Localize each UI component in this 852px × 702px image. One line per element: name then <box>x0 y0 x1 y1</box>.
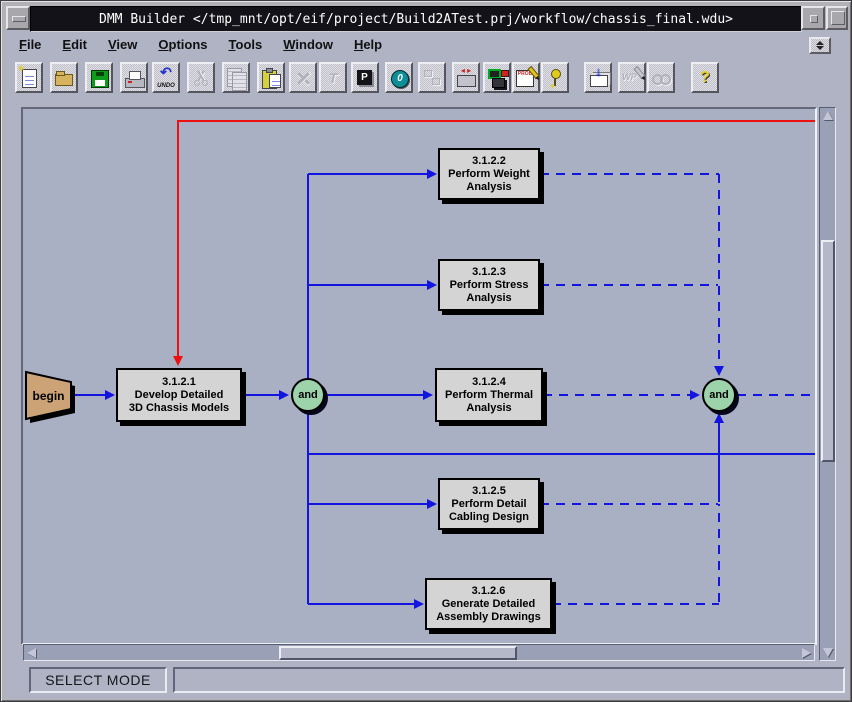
link-tool-button[interactable] <box>647 62 675 93</box>
vertical-scrollbar[interactable] <box>819 107 836 661</box>
scroll-right-icon[interactable] <box>802 648 811 658</box>
print-icon <box>122 66 146 90</box>
help-icon: ? <box>693 66 717 90</box>
link-tool-icon <box>649 66 673 90</box>
spinner-down-icon <box>816 46 824 50</box>
menu-view[interactable]: View <box>108 37 137 52</box>
process-tool-icon: P <box>353 66 377 90</box>
window-menu-dash-icon <box>12 16 26 22</box>
mode-status-text: SELECT MODE <box>45 672 151 688</box>
title-bar[interactable]: DMM Builder </tmp_mnt/opt/eif/project/Bu… <box>30 6 802 32</box>
task-3124[interactable]: 3.1.2.4 Perform Thermal Analysis <box>435 368 543 422</box>
undo-button[interactable]: ↶UNDO <box>152 62 180 93</box>
message-status-panel <box>173 667 845 693</box>
and-gateway-left[interactable]: and <box>291 378 325 412</box>
menu-window[interactable]: Window <box>283 37 333 52</box>
delete-icon <box>291 66 315 90</box>
text-tool-button[interactable]: T <box>319 62 347 93</box>
menu-file[interactable]: File <box>19 37 41 52</box>
menu-edit[interactable]: Edit <box>62 37 87 52</box>
copy-button[interactable] <box>222 62 250 93</box>
zero-tool-button[interactable]: 0 <box>385 62 413 93</box>
mode-status-panel: SELECT MODE <box>29 667 167 693</box>
scroll-down-icon[interactable] <box>823 648 833 657</box>
horizontal-scrollbar[interactable] <box>23 644 815 661</box>
scroll-left-icon[interactable] <box>27 648 36 658</box>
minimize-icon <box>810 15 818 23</box>
spinner-up-icon <box>816 41 824 45</box>
maximize-icon <box>831 11 845 25</box>
import-icon: ↓ <box>586 66 610 90</box>
canvas-frame: begin 3.1.2.1 Develop Detailed 3D Chassi… <box>21 107 817 645</box>
toolbox-icon: ◂ ▸ <box>454 66 478 90</box>
process-tool-button[interactable]: P <box>351 62 379 93</box>
menu-spinner[interactable] <box>809 37 831 54</box>
undo-icon: ↶UNDO <box>154 66 178 90</box>
dmm-builder-window: DMM Builder </tmp_mnt/opt/eif/project/Bu… <box>0 0 852 702</box>
import-button[interactable]: ↓ <box>584 62 612 93</box>
branch-tool-button[interactable] <box>418 62 446 93</box>
toolbox-button[interactable]: ◂ ▸ <box>452 62 480 93</box>
task-3126[interactable]: 3.1.2.6 Generate Detailed Assembly Drawi… <box>425 578 552 630</box>
start-node[interactable]: begin <box>26 372 71 419</box>
branch-tool-icon <box>420 66 444 90</box>
toolbar: ✶ ↶UNDO T P 0 <box>5 58 849 99</box>
cut-icon <box>189 66 213 90</box>
open-folder-icon <box>52 66 76 90</box>
problem-editor-icon: PROB <box>514 66 538 90</box>
print-button[interactable] <box>120 62 148 93</box>
menu-bar: File Edit View Options Tools Window Help <box>5 30 849 58</box>
help-button[interactable]: ? <box>691 62 719 93</box>
cut-button[interactable] <box>187 62 215 93</box>
horizontal-scrollbar-thumb[interactable] <box>279 646 517 660</box>
window-menu-button[interactable] <box>6 6 30 30</box>
minimize-button[interactable] <box>801 6 825 30</box>
save-button[interactable] <box>85 62 113 93</box>
menu-tools[interactable]: Tools <box>229 37 263 52</box>
problem-editor-button[interactable]: PROB <box>512 62 540 93</box>
vertical-scrollbar-thumb[interactable] <box>821 240 835 462</box>
scroll-up-icon[interactable] <box>823 111 833 120</box>
and-gateway-right[interactable]: and <box>702 378 736 412</box>
annotate-tool-icon: WP <box>620 66 644 90</box>
task-3121[interactable]: 3.1.2.1 Develop Detailed 3D Chassis Mode… <box>116 368 242 422</box>
windows-button[interactable] <box>483 62 511 93</box>
text-tool-icon: T <box>321 66 345 90</box>
paste-button[interactable] <box>257 62 285 93</box>
task-3122[interactable]: 3.1.2.2 Perform Weight Analysis <box>438 148 540 200</box>
paste-icon <box>259 66 283 90</box>
windows-icon <box>485 66 509 90</box>
window-title: DMM Builder </tmp_mnt/opt/eif/project/Bu… <box>99 12 733 27</box>
new-button[interactable]: ✶ <box>15 62 43 93</box>
maximize-button[interactable] <box>826 6 848 30</box>
pushpin-icon: ✶ <box>543 66 567 90</box>
task-3123[interactable]: 3.1.2.3 Perform Stress Analysis <box>438 259 540 311</box>
menu-options[interactable]: Options <box>158 37 207 52</box>
new-document-icon: ✶ <box>17 66 41 90</box>
menu-help[interactable]: Help <box>354 37 382 52</box>
open-button[interactable] <box>50 62 78 93</box>
copy-icon <box>224 66 248 90</box>
pushpin-button[interactable]: ✶ <box>541 62 569 93</box>
delete-button[interactable] <box>289 62 317 93</box>
zero-tool-icon: 0 <box>387 66 411 90</box>
workflow-canvas[interactable]: begin 3.1.2.1 Develop Detailed 3D Chassi… <box>23 109 815 643</box>
save-icon <box>87 66 111 90</box>
task-3125[interactable]: 3.1.2.5 Perform Detail Cabling Design <box>438 478 540 530</box>
annotate-tool-button[interactable]: WP <box>618 62 646 93</box>
